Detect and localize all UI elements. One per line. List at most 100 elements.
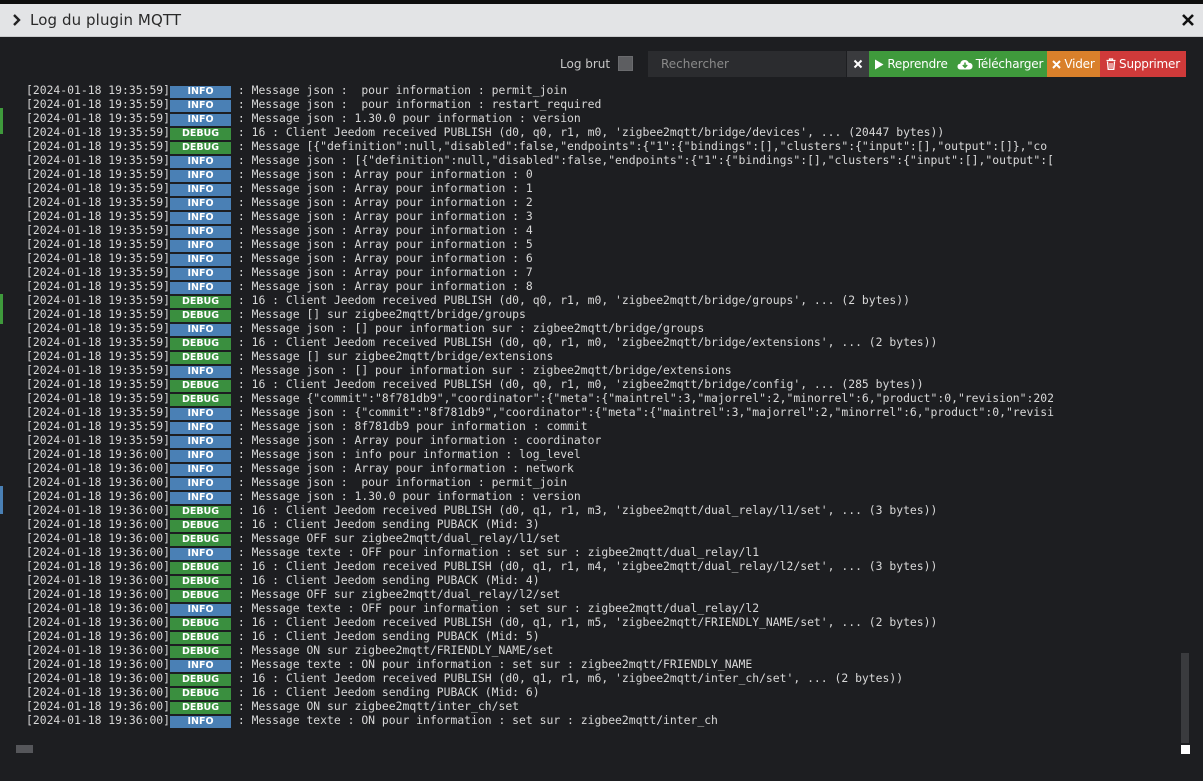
log-timestamp: [2024-01-18 19:35:59] [26,209,171,223]
log-brut-checkbox[interactable] [618,56,633,71]
log-line: [2024-01-18 19:36:00] DEBUG : 16 : Client… [26,629,540,644]
log-timestamp: [2024-01-18 19:35:59] [26,335,171,349]
log-timestamp: [2024-01-18 19:35:59] [26,153,171,167]
log-message: : Message json : Array pour information … [237,167,533,181]
log-timestamp: [2024-01-18 19:35:59] [26,363,171,377]
horizontal-scrollbar-thumb[interactable] [16,745,33,753]
log-line: [2024-01-18 19:35:59] DEBUG : Message [] … [26,349,553,364]
log-timestamp: [2024-01-18 19:35:59] [26,97,171,111]
log-timestamp: [2024-01-18 19:36:00] [26,615,171,629]
telecharger-button[interactable]: Télécharger [953,51,1047,77]
log-line: [2024-01-18 19:35:59] DEBUG : Message [{"… [26,139,1048,154]
dialog-titlebar[interactable]: Log du plugin MQTT [0,4,1203,37]
dialog-title: Log du plugin MQTT [30,11,182,29]
cloud-download-icon [957,59,973,69]
log-line: [2024-01-18 19:35:59] DEBUG : 16 : Client… [26,335,938,350]
log-viewer[interactable]: [2024-01-18 19:35:59] INFO : Message json… [16,80,1179,738]
edge-marker [0,486,3,514]
supprimer-button[interactable]: Supprimer [1100,51,1186,77]
log-timestamp: [2024-01-18 19:36:00] [26,671,171,685]
log-timestamp: [2024-01-18 19:36:00] [26,685,171,699]
log-brut-label: Log brut [560,57,611,71]
edge-marker [0,108,3,134]
log-timestamp: [2024-01-18 19:36:00] [26,629,171,643]
log-line: [2024-01-18 19:36:00] INFO : Message json… [26,475,567,490]
log-line: [2024-01-18 19:36:00] DEBUG : 16 : Client… [26,685,540,700]
log-line: [2024-01-18 19:36:00] DEBUG : Message ON … [26,699,519,714]
log-message: : Message json : 8f781db9 pour informati… [237,419,588,433]
log-line: [2024-01-18 19:35:59] INFO : Message json… [26,251,533,266]
log-line: [2024-01-18 19:36:00] INFO : Message json… [26,489,581,504]
log-timestamp: [2024-01-18 19:35:59] [26,349,171,363]
log-message: : 16 : Client Jeedom received PUBLISH (d… [237,377,924,391]
log-timestamp: [2024-01-18 19:35:59] [26,237,171,251]
log-line: [2024-01-18 19:36:00] INFO : Message text… [26,713,718,728]
log-line: [2024-01-18 19:36:00] DEBUG : Message ON … [26,643,554,658]
log-message: : 16 : Client Jeedom sending PUBACK (Mid… [237,629,540,643]
vertical-scrollbar-thumb[interactable] [1181,653,1189,743]
log-line: [2024-01-18 19:35:59] INFO : Message json… [26,209,533,224]
log-line: [2024-01-18 19:35:59] INFO : Message json… [26,111,581,126]
log-message: : Message json : [] pour information sur… [237,321,705,335]
vider-button[interactable]: Vider [1047,51,1100,77]
log-line: [2024-01-18 19:36:00] INFO : Message json… [26,447,581,462]
play-icon [875,59,884,69]
log-line: [2024-01-18 19:35:59] INFO : Message json… [26,321,705,336]
log-message: : 16 : Client Jeedom sending PUBACK (Mid… [237,685,540,699]
log-line: [2024-01-18 19:36:00] DEBUG : Message OFF… [26,587,560,602]
log-timestamp: [2024-01-18 19:35:59] [26,83,171,97]
chevron-right-icon[interactable] [11,13,23,27]
log-line: [2024-01-18 19:35:59] INFO : Message json… [26,433,601,448]
log-message: : Message json : Array pour information … [237,223,533,237]
log-message: : Message json : info pour information :… [237,447,581,461]
log-timestamp: [2024-01-18 19:36:00] [26,461,171,475]
log-line: [2024-01-18 19:35:59] DEBUG : Message {"c… [26,391,1054,406]
log-timestamp: [2024-01-18 19:35:59] [26,279,171,293]
clear-x-icon [853,59,863,69]
log-timestamp: [2024-01-18 19:36:00] [26,545,171,559]
reprendre-button[interactable]: Reprendre [869,51,953,77]
log-line: [2024-01-18 19:35:59] INFO : Message json… [26,405,1054,420]
search-input[interactable] [648,51,846,77]
log-timestamp: [2024-01-18 19:35:59] [26,405,171,419]
log-timestamp: [2024-01-18 19:36:00] [26,699,171,713]
log-timestamp: [2024-01-18 19:36:00] [26,447,171,461]
log-message: : 16 : Client Jeedom received PUBLISH (d… [237,671,904,685]
close-icon[interactable] [1181,13,1195,27]
log-timestamp: [2024-01-18 19:35:59] [26,181,171,195]
log-message: : Message json : [] pour information sur… [237,363,732,377]
log-timestamp: [2024-01-18 19:36:00] [26,573,171,587]
log-message: : Message texte : ON pour information : … [237,657,753,671]
trash-icon [1106,58,1116,70]
dialog-body: Log brut Reprendre Télécharger Vider Su [0,38,1203,781]
log-message: : 16 : Client Jeedom sending PUBACK (Mid… [237,573,540,587]
log-message: : Message json : Array pour information … [237,461,574,475]
log-message: : Message ON sur zigbee2mqtt/FRIENDLY_NA… [237,643,554,657]
log-line: [2024-01-18 19:36:00] DEBUG : 16 : Client… [26,615,937,630]
scrollbar-corner [1181,745,1190,754]
log-line: [2024-01-18 19:35:59] INFO : Message json… [26,419,588,434]
log-message: : Message json : Array pour information … [237,209,533,223]
reprendre-label: Reprendre [887,57,948,71]
log-message: : 16 : Client Jeedom received PUBLISH (d… [237,503,938,517]
log-timestamp: [2024-01-18 19:36:00] [26,475,171,489]
log-timestamp: [2024-01-18 19:35:59] [26,139,171,153]
log-message: : Message json : Array pour information … [237,181,533,195]
log-timestamp: [2024-01-18 19:35:59] [26,125,171,139]
log-message: : Message json : [{"definition":null,"di… [237,153,1054,167]
log-line: [2024-01-18 19:36:00] INFO : Message text… [26,601,759,616]
log-line: [2024-01-18 19:36:00] DEBUG : 16 : Client… [26,503,938,518]
log-line: [2024-01-18 19:35:59] INFO : Message json… [26,167,533,182]
log-line: [2024-01-18 19:36:00] DEBUG : 16 : Client… [26,671,904,686]
log-line: [2024-01-18 19:35:59] INFO : Message json… [26,153,1054,168]
log-timestamp: [2024-01-18 19:35:59] [26,111,171,125]
log-message: : Message json : {"commit":"8f781db9","c… [237,405,1054,419]
log-timestamp: [2024-01-18 19:35:59] [26,293,171,307]
log-message: : 16 : Client Jeedom received PUBLISH (d… [237,335,938,349]
supprimer-label: Supprimer [1119,57,1180,71]
log-timestamp: [2024-01-18 19:36:00] [26,489,171,503]
log-timestamp: [2024-01-18 19:36:00] [26,587,171,601]
log-message: : Message [{"definition":null,"disabled"… [237,139,1048,153]
clear-search-button[interactable] [847,51,869,77]
log-line: [2024-01-18 19:35:59] INFO : Message json… [26,181,533,196]
